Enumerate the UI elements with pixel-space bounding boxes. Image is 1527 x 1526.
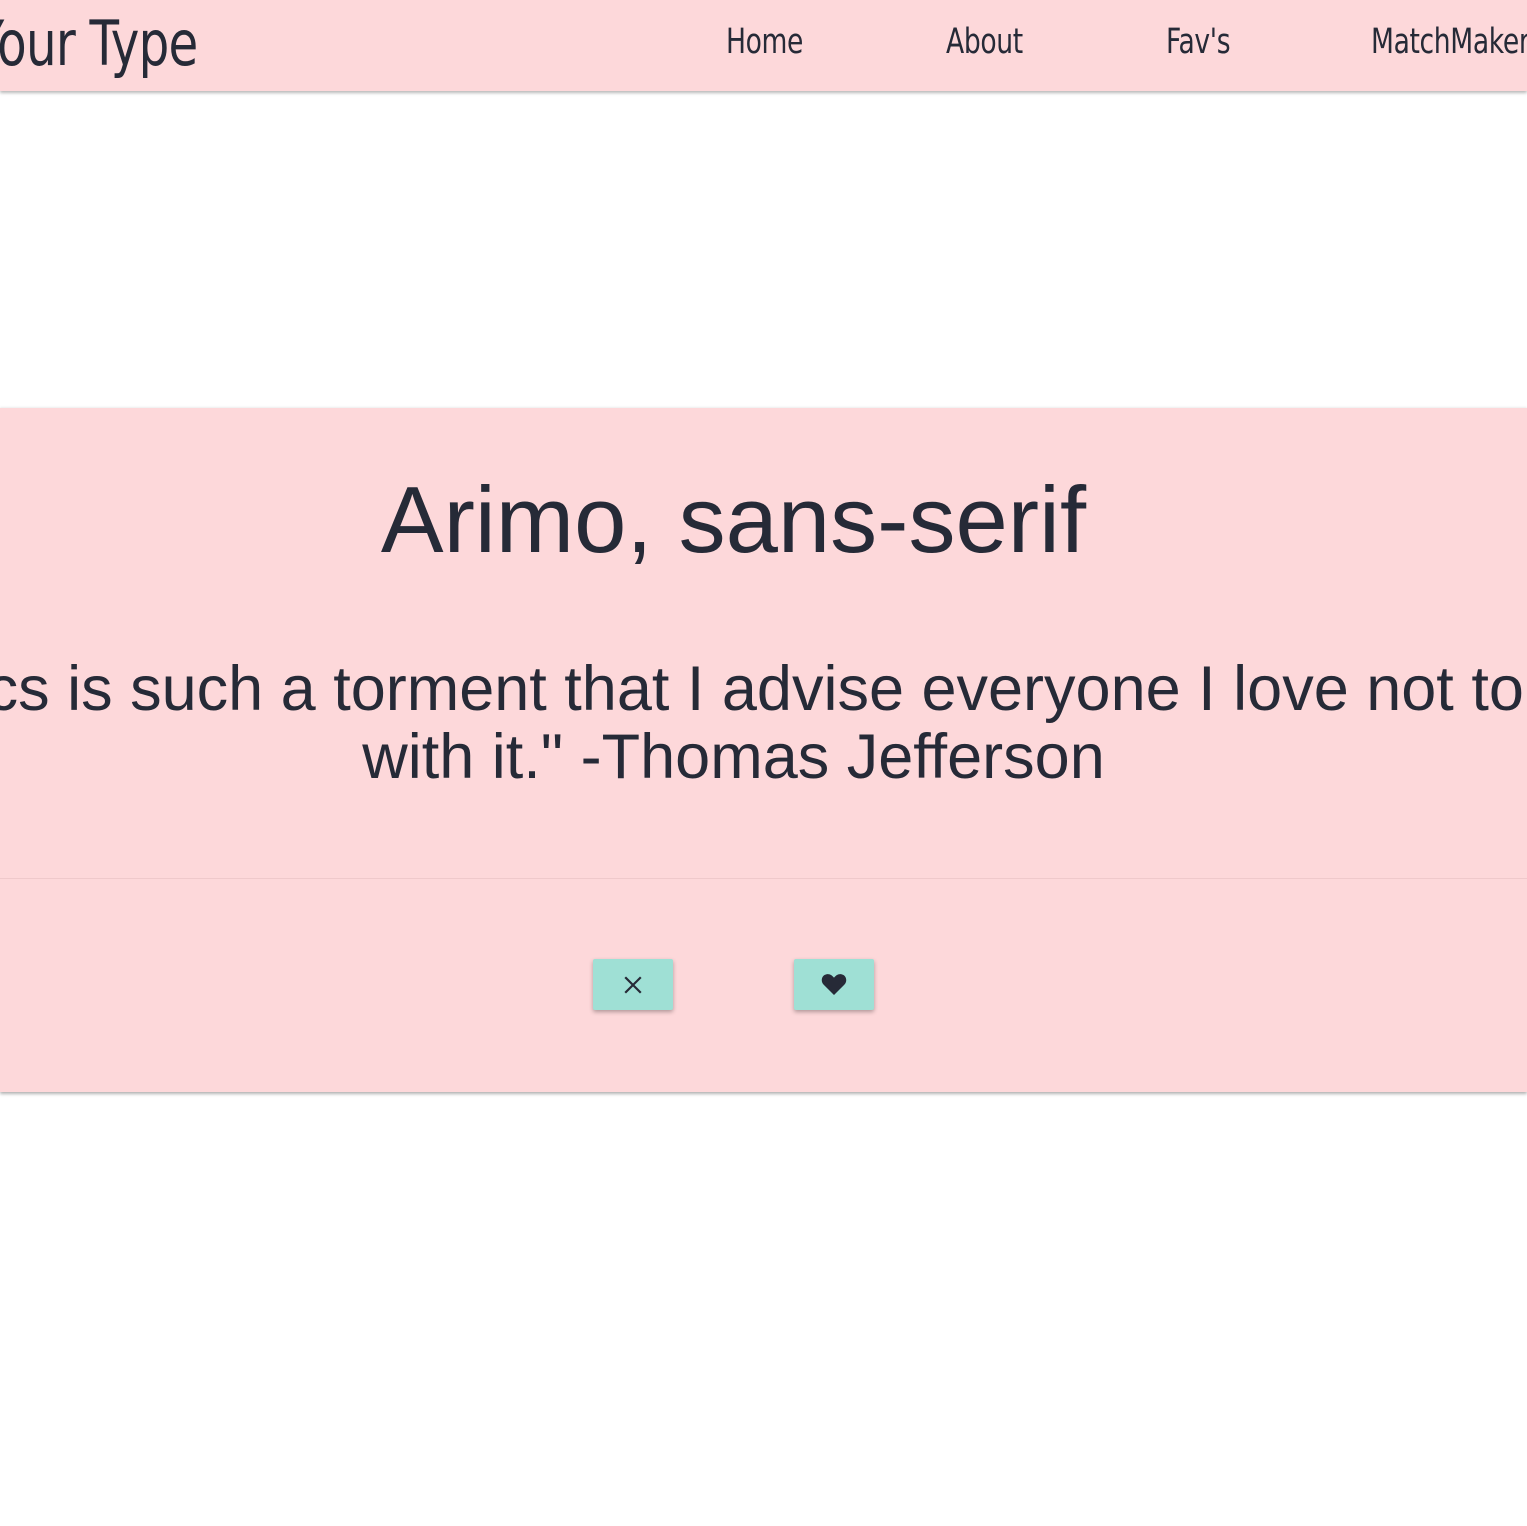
nav-matchmaker-link[interactable]: MatchMaker — [1371, 20, 1527, 64]
card-divider — [0, 878, 1527, 879]
nav-about-link[interactable]: About — [946, 20, 1023, 64]
nav-favs-link[interactable]: Fav's — [1166, 20, 1231, 64]
font-card: Arimo, sans-serif "Politics is such a to… — [0, 408, 1527, 1092]
nav-home-link[interactable]: Home — [726, 20, 803, 64]
sample-quote: "Politics is such a torment that I advis… — [0, 655, 1527, 791]
quote-line-1: "Politics is such a torment that I advis… — [0, 654, 1527, 724]
font-name-heading: Arimo, sans-serif — [380, 467, 1087, 572]
brand-title[interactable]: Your Type — [0, 2, 198, 86]
like-button[interactable] — [794, 959, 874, 1010]
reject-button[interactable] — [593, 959, 673, 1010]
heart-icon — [821, 974, 847, 995]
navbar: Your Type Home About Fav's MatchMaker — [0, 0, 1527, 91]
close-icon — [624, 975, 642, 994]
quote-line-2: with it." -Thomas Jefferson — [362, 722, 1105, 792]
